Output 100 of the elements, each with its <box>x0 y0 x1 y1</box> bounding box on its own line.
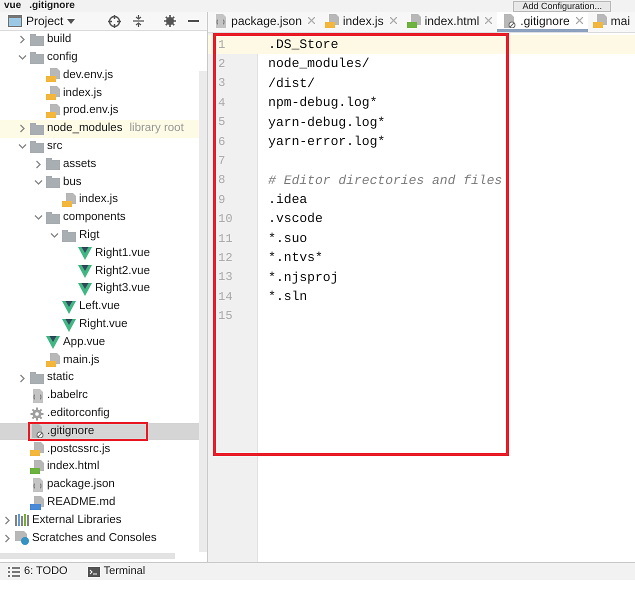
terminal-icon <box>88 566 100 576</box>
chevron-down-icon[interactable] <box>18 53 27 62</box>
editor-tab[interactable]: .gitignore <box>497 12 588 32</box>
line-number: 6 <box>217 134 226 151</box>
tree-item[interactable]: config <box>0 48 200 67</box>
tree-item[interactable]: .editorconfig <box>0 404 200 423</box>
code-line: .DS_Store <box>267 36 338 54</box>
vue-icon <box>62 318 76 332</box>
chevron-right-icon[interactable] <box>34 160 43 169</box>
vue-icon <box>78 264 92 278</box>
library-icon <box>15 513 29 528</box>
tree-item[interactable]: bus <box>0 173 200 192</box>
chevron-right-icon[interactable] <box>18 124 27 134</box>
scrollbar[interactable] <box>0 553 175 559</box>
tree-item[interactable]: Left.vue <box>0 298 200 316</box>
config-file-icon <box>30 478 44 492</box>
minimize-icon[interactable] <box>188 20 200 22</box>
tree-item[interactable]: Right3.vue <box>0 280 200 298</box>
tree-item[interactable]: node_modules library root <box>0 120 200 138</box>
tree-item[interactable]: Right2.vue <box>0 262 200 280</box>
line-number: 11 <box>217 230 234 248</box>
folder-icon <box>30 140 44 154</box>
locate-icon[interactable] <box>108 14 122 28</box>
line-number: 4 <box>217 94 226 112</box>
tree-item[interactable]: build <box>0 31 200 49</box>
tree-item[interactable]: Right1.vue <box>0 244 200 262</box>
chevron-down-icon[interactable] <box>18 142 27 152</box>
add-configuration-button[interactable]: Add Configuration... <box>513 0 611 12</box>
breadcrumb-item[interactable]: vue <box>4 1 22 11</box>
tree-item[interactable]: App.vue <box>0 334 200 352</box>
code-line: *.njsproj <box>267 268 338 287</box>
chevron-right-icon[interactable] <box>18 35 27 44</box>
tree-item[interactable]: .gitignore <box>0 422 200 440</box>
panel-title[interactable]: Project <box>26 12 64 30</box>
line-number: 13 <box>217 269 234 286</box>
config-file-icon <box>30 388 44 403</box>
tree-item[interactable]: assets <box>0 156 200 174</box>
line-number: 15 <box>217 308 234 326</box>
tree-item[interactable]: package.json <box>0 476 200 494</box>
line-number: 2 <box>217 56 226 74</box>
ignore-file-icon <box>502 14 516 28</box>
chevron-right-icon[interactable] <box>3 516 12 525</box>
tree-item[interactable]: .postcssrc.js <box>0 440 200 458</box>
breadcrumb-item[interactable]: .gitignore <box>29 1 75 11</box>
markdown-file-icon <box>30 496 44 510</box>
tree-item[interactable]: Right.vue <box>0 316 200 334</box>
tree-item[interactable]: static <box>0 369 200 387</box>
editor-tab[interactable]: index.js <box>320 12 402 32</box>
tree-item[interactable]: components <box>0 208 200 227</box>
folder-icon <box>46 175 60 190</box>
chevron-right-icon[interactable] <box>3 534 12 543</box>
editor-tab[interactable]: index.html <box>402 12 498 32</box>
editor-tab[interactable]: package.json <box>208 12 320 32</box>
tool-window-button[interactable]: 6: TODO <box>8 563 68 580</box>
tree-item[interactable]: .babelrc <box>0 386 200 405</box>
line-number: 7 <box>217 153 226 170</box>
tree-item[interactable]: prod.env.js <box>0 102 200 120</box>
chevron-down-icon[interactable] <box>50 231 59 240</box>
tree-item[interactable]: index.html <box>0 458 200 476</box>
tree-item[interactable]: src <box>0 138 200 156</box>
tree-item[interactable]: Scratches and Consoles <box>0 529 200 548</box>
vue-icon <box>78 282 92 296</box>
line-number: 3 <box>217 75 226 92</box>
settings-icon[interactable] <box>164 15 176 27</box>
line-number: 12 <box>217 250 234 267</box>
gear-icon <box>30 406 44 421</box>
tree-item[interactable]: External Libraries <box>0 512 200 530</box>
js-file-icon <box>592 14 607 28</box>
tree-item[interactable]: main.js <box>0 351 200 370</box>
folder-icon <box>30 50 44 65</box>
folder-icon <box>30 122 44 136</box>
collapse-icon[interactable] <box>133 15 144 27</box>
tree-item[interactable]: dev.env.js <box>0 66 200 84</box>
js-file-icon <box>46 353 60 368</box>
code-line: .idea <box>267 191 308 210</box>
code-line: yarn-error.log* <box>267 132 386 151</box>
config-file-icon <box>213 14 228 28</box>
tree-item[interactable]: index.js <box>0 191 200 209</box>
caret-icon[interactable] <box>67 18 76 24</box>
scratches-icon <box>15 531 29 546</box>
scrollbar[interactable] <box>199 71 208 552</box>
chevron-down-icon[interactable] <box>34 178 43 187</box>
chevron-right-icon[interactable] <box>18 374 27 383</box>
tree-item[interactable]: README.md <box>0 494 200 512</box>
code-comment: # Editor directories and files <box>267 172 502 190</box>
close-icon[interactable] <box>308 17 315 24</box>
editor-tab[interactable]: mai <box>588 12 635 32</box>
html-file-icon <box>30 460 44 474</box>
line-number: 14 <box>217 288 234 306</box>
code-line: *.suo <box>267 230 308 248</box>
close-icon[interactable] <box>576 17 583 24</box>
close-icon[interactable] <box>485 17 492 24</box>
vue-icon <box>46 335 60 350</box>
line-number: 9 <box>217 192 226 209</box>
chevron-down-icon[interactable] <box>34 213 43 222</box>
folder-icon <box>62 228 76 243</box>
tree-item[interactable]: Rigt <box>0 226 200 245</box>
close-icon[interactable] <box>390 17 397 24</box>
tool-window-button[interactable]: Terminal <box>88 563 146 580</box>
tree-item[interactable]: index.js <box>0 84 200 102</box>
